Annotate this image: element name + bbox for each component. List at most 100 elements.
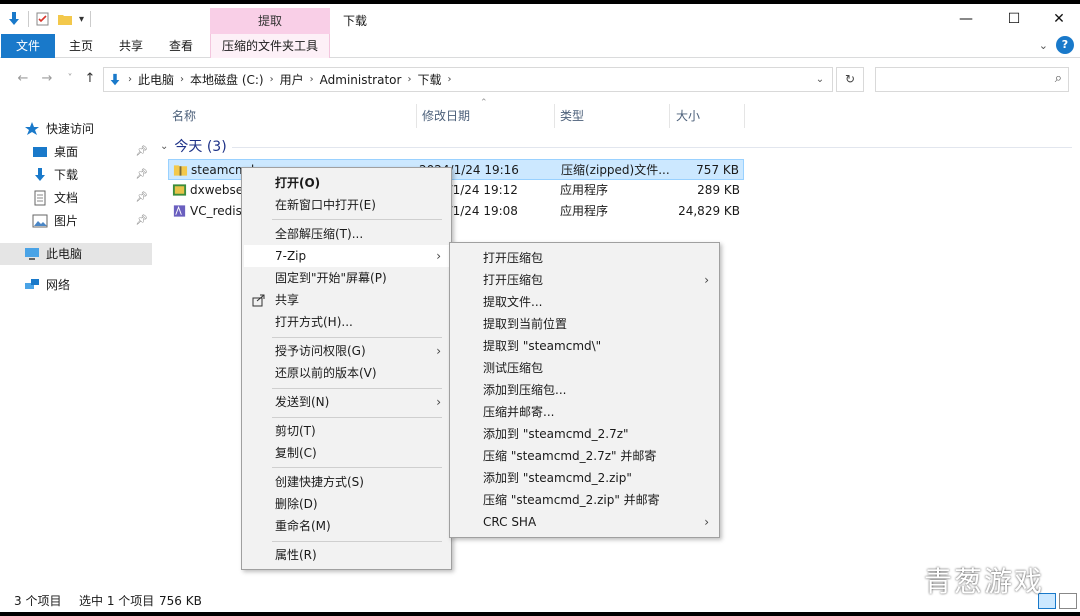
minimize-button[interactable]: — — [943, 4, 989, 34]
menu-item-copy[interactable]: 复制(C) — [244, 442, 449, 464]
sidebar-item-label: 网络 — [46, 278, 71, 292]
submenu-item-add-to-zip[interactable]: 添加到 "steamcmd_2.zip" — [452, 467, 717, 489]
submenu-item-extract-to-folder[interactable]: 提取到 "steamcmd\" — [452, 335, 717, 357]
download-arrow-icon[interactable] — [6, 11, 22, 27]
pin-icon[interactable]: 📌︎ — [135, 210, 148, 232]
submenu-item-open-archive[interactable]: 打开压缩包 — [452, 247, 717, 269]
help-icon[interactable]: ? — [1056, 36, 1074, 54]
installer-icon — [173, 205, 186, 217]
sidebar-item-network[interactable]: 网络 — [0, 274, 152, 296]
menu-item-open-new-window[interactable]: 在新窗口中打开(E) — [244, 194, 449, 216]
search-icon: ⌕ — [1054, 71, 1062, 86]
properties-icon[interactable] — [35, 11, 51, 27]
menu-item-label: 在新窗口中打开(E) — [275, 198, 376, 212]
breadcrumb-administrator[interactable]: Administrator — [314, 73, 408, 87]
submenu-item-add-to-archive[interactable]: 添加到压缩包... — [452, 379, 717, 401]
sidebar-item-downloads[interactable]: 下载 📌︎ — [0, 164, 152, 186]
tab-compressed-folder-tools[interactable]: 压缩的文件夹工具 — [210, 34, 330, 58]
maximize-button[interactable]: ☐ — [991, 4, 1037, 34]
breadcrumb-downloads[interactable]: 下载 — [411, 71, 447, 88]
menu-item-7zip[interactable]: 7-Zip › — [244, 245, 449, 267]
column-divider[interactable] — [744, 104, 745, 128]
breadcrumb-users[interactable]: 用户 — [274, 71, 310, 88]
group-label: 今天 (3) — [174, 139, 227, 155]
submenu-item-compress-7z-email[interactable]: 压缩 "steamcmd_2.7z" 并邮寄 — [452, 445, 717, 467]
tab-home[interactable]: 主页 — [62, 34, 100, 58]
tab-file[interactable]: 文件 — [1, 34, 55, 58]
column-divider[interactable] — [669, 104, 670, 128]
up-button[interactable]: ↑ — [81, 70, 99, 88]
column-divider[interactable] — [416, 104, 417, 128]
computer-icon — [25, 248, 39, 260]
recent-locations-button[interactable]: ˅ — [61, 70, 79, 88]
search-input[interactable]: ⌕ — [875, 67, 1069, 92]
sidebar-item-label: 快速访问 — [46, 122, 95, 136]
submenu-item-compress-and-email[interactable]: 压缩并邮寄... — [452, 401, 717, 423]
submenu-item-extract-files[interactable]: 提取文件... — [452, 291, 717, 313]
file-type: 应用程序 — [560, 204, 609, 218]
menu-item-open[interactable]: 打开(O) — [244, 172, 449, 194]
submenu-item-open-archive-more[interactable]: 打开压缩包 › — [452, 269, 717, 291]
menu-item-label: CRC SHA — [483, 515, 537, 529]
menu-item-label: 还原以前的版本(V) — [275, 366, 377, 380]
qat-dropdown-icon[interactable]: ▾ — [79, 14, 84, 25]
file-type: 应用程序 — [560, 183, 609, 197]
menu-item-label: 测试压缩包 — [483, 361, 544, 375]
submenu-item-add-to-7z[interactable]: 添加到 "steamcmd_2.7z" — [452, 423, 717, 445]
column-header-size[interactable]: 大小 — [676, 104, 700, 128]
7zip-submenu: 打开压缩包 打开压缩包 › 提取文件... 提取到当前位置 提取到 "steamc… — [449, 242, 720, 538]
column-header-date[interactable]: 修改日期 — [422, 104, 470, 128]
address-dropdown-icon[interactable]: ⌄ — [808, 68, 832, 91]
column-divider[interactable] — [554, 104, 555, 128]
breadcrumb-this-pc[interactable]: 此电脑 — [132, 71, 180, 88]
pin-icon[interactable]: 📌︎ — [135, 187, 148, 209]
back-button[interactable]: ← — [14, 70, 32, 88]
large-icons-view-icon[interactable] — [1059, 593, 1077, 609]
submenu-arrow-icon: › — [436, 344, 441, 358]
submenu-item-test-archive[interactable]: 测试压缩包 — [452, 357, 717, 379]
menu-item-restore-versions[interactable]: 还原以前的版本(V) — [244, 362, 449, 384]
refresh-button[interactable]: ↻ — [836, 67, 864, 92]
menu-item-open-with[interactable]: 打开方式(H)... — [244, 311, 449, 333]
sidebar-item-desktop[interactable]: 桌面 📌︎ — [0, 141, 152, 163]
group-header-today[interactable]: ⌄ 今天 (3) — [160, 136, 227, 158]
breadcrumb-separator-icon[interactable]: › — [447, 74, 451, 85]
submenu-item-extract-here[interactable]: 提取到当前位置 — [452, 313, 717, 335]
close-button[interactable]: ✕ — [1036, 4, 1080, 34]
submenu-arrow-icon: › — [704, 273, 709, 287]
collapse-chevron-icon[interactable]: ⌄ — [160, 136, 168, 158]
submenu-arrow-icon: › — [436, 395, 441, 409]
expand-ribbon-icon[interactable]: ⌄ — [1039, 39, 1048, 52]
new-folder-icon[interactable] — [57, 11, 73, 27]
sidebar-item-quick-access[interactable]: 快速访问 — [0, 118, 152, 140]
address-bar[interactable]: › 此电脑 › 本地磁盘 (C:) › 用户 › Administrator ›… — [103, 67, 833, 92]
download-folder-icon — [110, 73, 120, 85]
menu-item-create-shortcut[interactable]: 创建快捷方式(S) — [244, 471, 449, 493]
sidebar-item-documents[interactable]: 文档 📌︎ — [0, 187, 152, 209]
tab-view[interactable]: 查看 — [162, 34, 200, 58]
menu-item-cut[interactable]: 剪切(T) — [244, 420, 449, 442]
menu-item-grant-access[interactable]: 授予访问权限(G) › — [244, 340, 449, 362]
pin-icon[interactable]: 📌︎ — [135, 141, 148, 163]
breadcrumb-local-disk[interactable]: 本地磁盘 (C:) — [184, 71, 270, 88]
submenu-item-compress-zip-email[interactable]: 压缩 "steamcmd_2.zip" 并邮寄 — [452, 489, 717, 511]
menu-item-send-to[interactable]: 发送到(N) › — [244, 391, 449, 413]
submenu-item-crc-sha[interactable]: CRC SHA › — [452, 511, 717, 533]
menu-item-delete[interactable]: 删除(D) — [244, 493, 449, 515]
share-icon — [252, 294, 265, 307]
sidebar-item-pictures[interactable]: 图片 📌︎ — [0, 210, 152, 232]
menu-item-pin-to-start[interactable]: 固定到"开始"屏幕(P) — [244, 267, 449, 289]
menu-item-properties[interactable]: 属性(R) — [244, 544, 449, 566]
menu-item-extract-all[interactable]: 全部解压缩(T)... — [244, 223, 449, 245]
forward-button[interactable]: → — [38, 70, 56, 88]
tab-share[interactable]: 共享 — [112, 34, 150, 58]
column-header-type[interactable]: 类型 — [560, 104, 584, 128]
column-header-name[interactable]: 名称 — [172, 104, 196, 128]
quick-access-toolbar: ▾ — [6, 9, 92, 29]
sidebar-item-this-pc[interactable]: 此电脑 — [0, 243, 152, 265]
menu-item-label: 打开压缩包 — [483, 273, 544, 287]
menu-item-share[interactable]: 共享 — [244, 289, 449, 311]
pin-icon[interactable]: 📌︎ — [135, 164, 148, 186]
explorer-window: ▾ 提取 下载 — ☐ ✕ 文件 主页 共享 查看 压缩的文件夹工具 ⌄ ? ←… — [0, 4, 1080, 612]
menu-item-rename[interactable]: 重命名(M) — [244, 515, 449, 537]
